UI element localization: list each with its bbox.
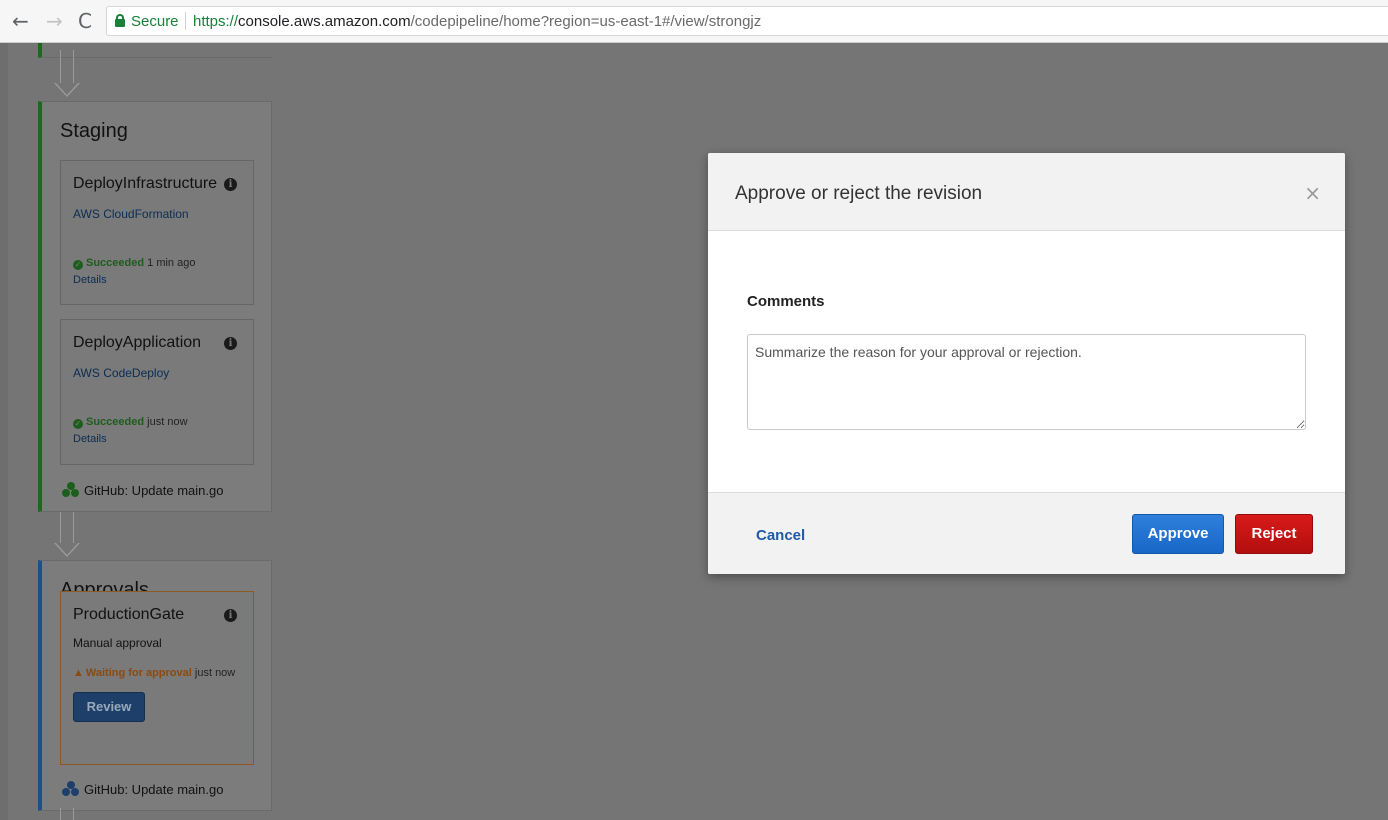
status-time: 1 min ago [147,257,196,269]
dialog-title: Approve or reject the revision [735,183,983,204]
cancel-button[interactable]: Cancel [756,527,805,544]
info-icon[interactable]: i [224,337,237,350]
source-commit-icon [62,482,80,498]
action-status: ✓ Succeeded just now [73,416,188,429]
commit-info[interactable]: GitHub: Update main.go [62,781,223,797]
stage-staging: Staging DeployInfrastructure i AWS Cloud… [38,101,272,512]
reject-button[interactable]: Reject [1235,514,1313,554]
transition-arrow-icon [54,512,80,558]
close-icon[interactable]: × [1304,183,1321,203]
transition-arrow-icon [54,808,80,820]
info-icon[interactable]: i [224,178,237,191]
forward-icon[interactable]: → [46,10,63,32]
commit-text: GitHub: Update main.go [84,483,224,498]
approval-dialog: Approve or reject the revision × Comment… [708,153,1345,574]
warning-icon: ▲ [73,667,84,679]
url-text[interactable]: https://console.aws.amazon.com/codepipel… [193,13,761,30]
comments-label: Comments [747,293,825,310]
comments-field[interactable] [747,334,1306,430]
page-edge [0,43,8,820]
commit-text: GitHub: Update main.go [84,782,224,797]
dialog-header: Approve or reject the revision × [708,153,1345,231]
back-icon[interactable]: ← [12,10,29,32]
reload-icon[interactable]: C [78,10,92,32]
status-text: Succeeded [86,416,145,428]
review-button[interactable]: Review [73,692,145,722]
action-name: DeployInfrastructure [73,175,218,192]
commit-info[interactable]: GitHub: Update main.go [62,482,223,498]
status-time: just now [147,416,188,428]
url-separator [185,12,186,30]
url-path: /codepipeline/home?region=us-east-1#/vie… [410,13,762,30]
action-name: DeployApplication [73,334,202,351]
action-provider: Manual approval [73,636,162,650]
dialog-footer: Cancel Approve Reject [708,492,1345,574]
secure-label: Secure [131,13,179,30]
action-deploy-application: DeployApplication i AWS CodeDeploy ✓ Succ… [60,319,254,465]
status-text: Waiting for approval [85,667,192,679]
url-host: console.aws.amazon.com [238,13,411,30]
status-time: just now [194,667,236,679]
browser-toolbar: ← → C Secure https://console.aws.amazon.… [0,0,1388,43]
action-production-gate: ProductionGate i Manual approval ▲ Waitin… [60,591,254,765]
details-link[interactable]: Details [73,274,107,286]
transition-arrow-icon [54,50,80,98]
action-status: ▲ Waiting for approval just now [73,667,235,679]
details-link[interactable]: Details [73,433,107,445]
action-provider-link[interactable]: AWS CodeDeploy [73,366,169,380]
check-circle-icon: ✓ [73,419,83,429]
approve-button[interactable]: Approve [1132,514,1224,554]
stage-title: Staging [60,120,128,142]
action-name: ProductionGate [73,606,185,623]
action-deploy-infrastructure: DeployInfrastructure i AWS CloudFormatio… [60,160,254,305]
url-scheme: https:// [193,13,239,30]
check-circle-icon: ✓ [73,260,83,270]
action-status: ✓ Succeeded 1 min ago [73,257,195,270]
stage-approvals: Approvals ProductionGate i Manual approv… [38,560,272,811]
address-bar[interactable]: Secure https://console.aws.amazon.com/co… [106,6,1388,36]
source-commit-icon [62,781,80,797]
status-text: Succeeded [86,257,145,269]
info-icon[interactable]: i [224,609,237,622]
lock-icon [115,14,125,27]
action-provider-link[interactable]: AWS CloudFormation [73,207,189,221]
